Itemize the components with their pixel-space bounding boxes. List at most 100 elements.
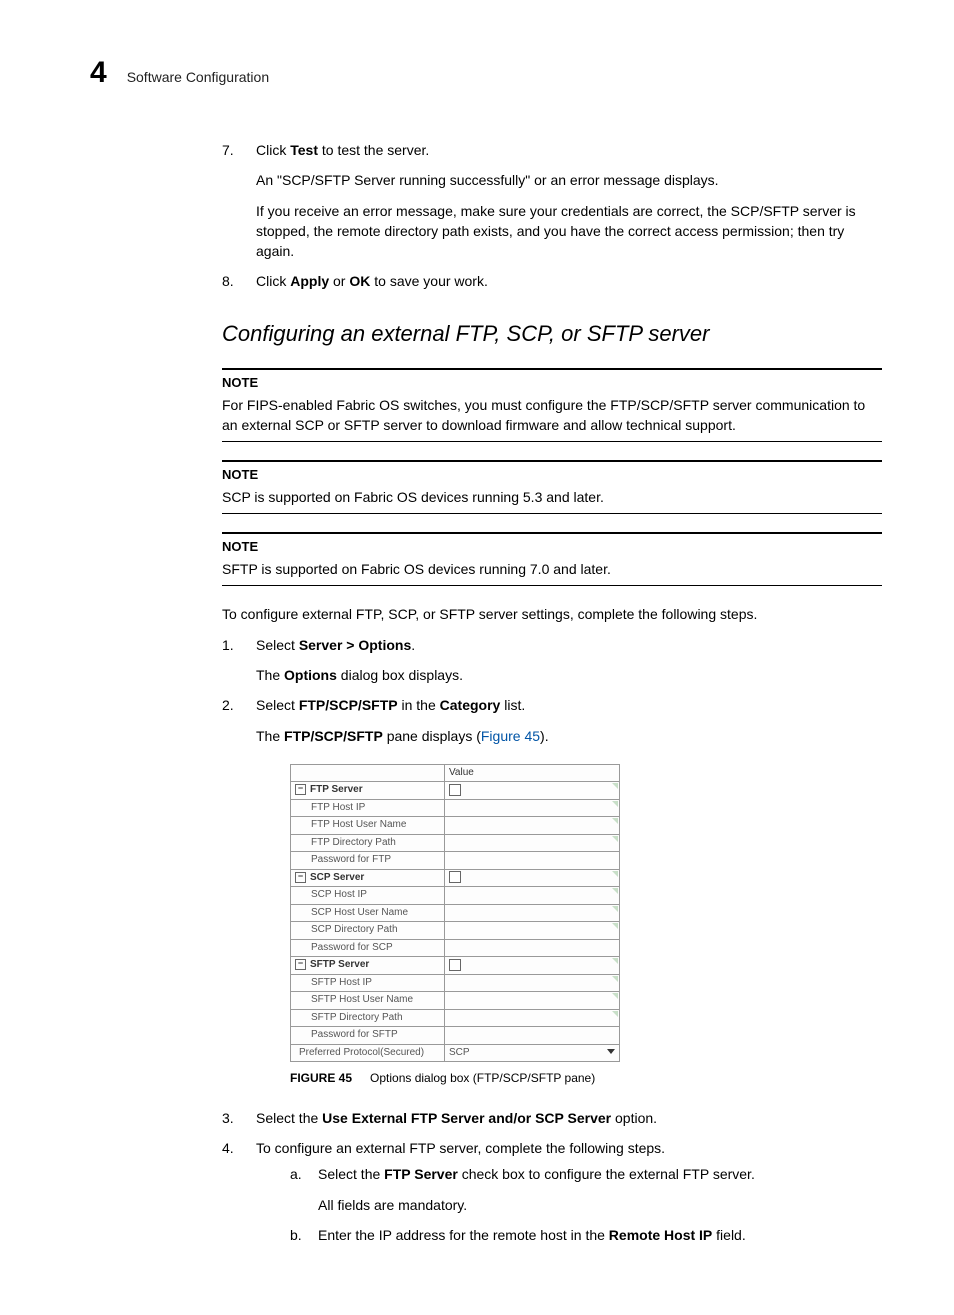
- figure-link[interactable]: Figure 45: [481, 728, 540, 744]
- step-2-sub: The FTP/SCP/SFTP pane displays (Figure 4…: [256, 726, 882, 746]
- ftp-dir-field[interactable]: [445, 834, 620, 852]
- row-label: SCP Directory Path: [291, 922, 445, 940]
- row-label: SFTP Directory Path: [291, 1009, 445, 1027]
- step-7: Click Test to test the server. An "SCP/S…: [222, 140, 882, 261]
- scp-user-field[interactable]: [445, 904, 620, 922]
- sftp-host-ip-field[interactable]: [445, 974, 620, 992]
- note-label: NOTE: [222, 538, 882, 557]
- row-label: SFTP Host IP: [291, 974, 445, 992]
- text: The: [256, 728, 284, 744]
- step-7-text: Click Test to test the server.: [256, 142, 429, 158]
- text-bold: Use External FTP Server and/or SCP Serve…: [322, 1110, 611, 1126]
- text: Select: [256, 637, 299, 653]
- group-sftp: −SFTP Server: [291, 957, 445, 975]
- text: Click: [256, 142, 290, 158]
- step-3: Select the Use External FTP Server and/o…: [222, 1108, 882, 1128]
- row-label: SCP Host IP: [291, 887, 445, 905]
- ftp-host-ip-field[interactable]: [445, 799, 620, 817]
- text: .: [411, 637, 415, 653]
- text: Select the: [318, 1166, 384, 1182]
- text-bold: FTP/SCP/SFTP: [299, 697, 398, 713]
- intro-text: To configure external FTP, SCP, or SFTP …: [222, 604, 882, 624]
- scp-pass-field[interactable]: [445, 939, 620, 957]
- chevron-down-icon: [607, 1049, 615, 1054]
- row-label: Password for FTP: [291, 852, 445, 870]
- text: or: [329, 273, 349, 289]
- row-label: FTP Host User Name: [291, 817, 445, 835]
- text: pane displays (: [383, 728, 481, 744]
- figure-caption: FIGURE 45 Options dialog box (FTP/SCP/SFT…: [290, 1070, 882, 1087]
- text: ).: [540, 728, 549, 744]
- text-bold: Server > Options: [299, 637, 411, 653]
- note-text: SCP is supported on Fabric OS devices ru…: [222, 487, 882, 507]
- step-4: To configure an external FTP server, com…: [222, 1138, 882, 1245]
- sftp-dir-field[interactable]: [445, 1009, 620, 1027]
- text-bold: Options: [284, 667, 337, 683]
- text-bold: Apply: [290, 273, 329, 289]
- step-4b: Enter the IP address for the remote host…: [290, 1225, 882, 1245]
- note-text: SFTP is supported on Fabric OS devices r…: [222, 559, 882, 579]
- chapter-title: Software Configuration: [127, 69, 269, 85]
- step-4a: Select the FTP Server check box to confi…: [290, 1164, 882, 1215]
- scp-host-ip-field[interactable]: [445, 887, 620, 905]
- steps-top: Click Test to test the server. An "SCP/S…: [222, 140, 882, 292]
- step-7-sub2: If you receive an error message, make su…: [256, 201, 882, 262]
- row-label: SFTP Host User Name: [291, 992, 445, 1010]
- figure-label: FIGURE 45: [290, 1071, 352, 1085]
- steps-main: Select Server > Options. The Options dia…: [222, 635, 882, 1246]
- preferred-protocol-dropdown[interactable]: SCP: [445, 1044, 620, 1062]
- text: option.: [611, 1110, 657, 1126]
- sftp-user-field[interactable]: [445, 992, 620, 1010]
- text: check box to configure the external FTP …: [458, 1166, 755, 1182]
- row-label: SCP Host User Name: [291, 904, 445, 922]
- text: To configure an external FTP server, com…: [256, 1140, 665, 1156]
- row-label: FTP Host IP: [291, 799, 445, 817]
- ftp-user-field[interactable]: [445, 817, 620, 835]
- main-content: Click Test to test the server. An "SCP/S…: [222, 140, 882, 1245]
- step-1: Select Server > Options. The Options dia…: [222, 635, 882, 686]
- text-bold: FTP Server: [384, 1166, 458, 1182]
- preferred-protocol-label: Preferred Protocol(Secured): [291, 1044, 445, 1062]
- text: Select the: [256, 1110, 322, 1126]
- text: in the: [398, 697, 440, 713]
- note-1: NOTE For FIPS-enabled Fabric OS switches…: [222, 368, 882, 442]
- sftp-pass-field[interactable]: [445, 1027, 620, 1045]
- ftp-server-checkbox[interactable]: [449, 784, 461, 796]
- figure-caption-text: Options dialog box (FTP/SCP/SFTP pane): [370, 1071, 595, 1085]
- text-bold: FTP/SCP/SFTP: [284, 728, 383, 744]
- ftp-pass-field[interactable]: [445, 852, 620, 870]
- text: list.: [500, 697, 525, 713]
- row-label: Password for SFTP: [291, 1027, 445, 1045]
- page-header: 4 Software Configuration: [90, 56, 882, 90]
- note-label: NOTE: [222, 374, 882, 393]
- note-2: NOTE SCP is supported on Fabric OS devic…: [222, 460, 882, 514]
- text: The: [256, 667, 284, 683]
- figure-45-image: Value −FTP Server FTP Host IP FTP Host U…: [290, 764, 882, 1063]
- group-scp: −SCP Server: [291, 869, 445, 887]
- text: Select: [256, 697, 299, 713]
- text: to test the server.: [318, 142, 429, 158]
- scp-dir-field[interactable]: [445, 922, 620, 940]
- chapter-number: 4: [90, 56, 107, 90]
- step-2: Select FTP/SCP/SFTP in the Category list…: [222, 695, 882, 1087]
- document-page: 4 Software Configuration Click Test to t…: [0, 0, 954, 1315]
- step-7-sub1: An "SCP/SFTP Server running successfully…: [256, 170, 882, 190]
- row-label: FTP Directory Path: [291, 834, 445, 852]
- text-bold: OK: [349, 273, 370, 289]
- text: to save your work.: [370, 273, 488, 289]
- step-4a-sub: All fields are mandatory.: [318, 1195, 882, 1215]
- note-text: For FIPS-enabled Fabric OS switches, you…: [222, 395, 882, 436]
- value-header: Value: [445, 764, 620, 782]
- row-label: Password for SCP: [291, 939, 445, 957]
- text-bold: Category: [440, 697, 501, 713]
- text: Click: [256, 273, 290, 289]
- note-3: NOTE SFTP is supported on Fabric OS devi…: [222, 532, 882, 586]
- step-4-sublist: Select the FTP Server check box to confi…: [290, 1164, 882, 1245]
- group-ftp: −FTP Server: [291, 782, 445, 800]
- sftp-server-checkbox[interactable]: [449, 959, 461, 971]
- text-bold: Test: [290, 142, 318, 158]
- note-label: NOTE: [222, 466, 882, 485]
- section-heading: Configuring an external FTP, SCP, or SFT…: [222, 318, 882, 350]
- scp-server-checkbox[interactable]: [449, 871, 461, 883]
- step-1-sub: The Options dialog box displays.: [256, 665, 882, 685]
